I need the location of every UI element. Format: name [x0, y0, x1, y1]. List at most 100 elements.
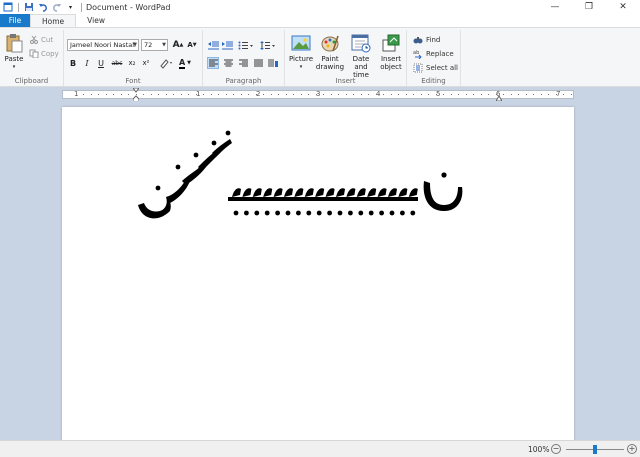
- redo-icon[interactable]: [51, 2, 62, 13]
- zoom-level: 100%: [528, 445, 550, 454]
- undo-icon[interactable]: [37, 2, 48, 13]
- line-spacing-button[interactable]: [259, 39, 277, 51]
- ribbon-tabs: File Home View: [0, 14, 640, 28]
- bold-button[interactable]: B: [67, 57, 79, 69]
- ruler-tick: [143, 94, 144, 95]
- paragraph-settings-button[interactable]: [267, 57, 279, 69]
- wordpad-app-icon[interactable]: [2, 2, 13, 13]
- ruler-tick: [338, 94, 339, 95]
- align-right-icon: [238, 59, 248, 67]
- replace-label: Replace: [426, 50, 454, 58]
- ruler-tick: [413, 94, 414, 95]
- font-size-select[interactable]: 72 ▼: [141, 39, 168, 51]
- underline-button[interactable]: U: [95, 57, 107, 69]
- status-bar: 100% − +: [0, 440, 640, 457]
- ruler-strip[interactable]: 1 1 2 3 4 5 6 7: [62, 88, 574, 102]
- title-bar: ▾ Document - WordPad — ❐ ✕: [0, 0, 640, 14]
- font-color-icon: A: [178, 57, 186, 69]
- justify-button[interactable]: [252, 57, 264, 69]
- bullets-button[interactable]: [237, 39, 255, 51]
- ruler-tick: [458, 94, 459, 95]
- ruler-tick: [90, 94, 92, 95]
- strikethrough-button[interactable]: abc: [110, 57, 124, 69]
- tab-view[interactable]: View: [76, 14, 116, 27]
- ruler-tick: [518, 94, 519, 95]
- window-controls: — ❐ ✕: [538, 0, 640, 14]
- customize-qat-icon[interactable]: ▾: [65, 2, 76, 13]
- tab-home[interactable]: Home: [30, 14, 77, 27]
- paint-drawing-button[interactable]: Paint drawing: [316, 33, 344, 71]
- copy-button[interactable]: Copy: [29, 49, 59, 58]
- maximize-button[interactable]: ❐: [572, 0, 606, 14]
- find-button[interactable]: Find: [413, 35, 440, 45]
- object-label-2: object: [380, 63, 402, 71]
- ruler-tick: [285, 94, 287, 95]
- insert-group-label: Insert: [335, 77, 356, 85]
- save-icon[interactable]: [23, 2, 34, 13]
- ruler-tick: [428, 94, 429, 95]
- ruler-tick: [218, 94, 219, 95]
- align-right-button[interactable]: [237, 57, 249, 69]
- calendar-clock-icon: [351, 34, 371, 53]
- align-center-button[interactable]: [222, 57, 234, 69]
- ruler-tick: [398, 94, 399, 95]
- font-group-label: Font: [125, 77, 141, 85]
- date-time-button[interactable]: Date and time: [345, 33, 377, 79]
- ruler-tick: [548, 94, 549, 95]
- list-bullets-icon: [238, 41, 253, 49]
- insert-object-button[interactable]: Insert object: [378, 33, 404, 71]
- chevron-down-icon: ▼: [133, 42, 137, 48]
- font-family-select[interactable]: Jameel Noori Nastali ▼: [67, 39, 139, 51]
- ruler-tick: [278, 94, 279, 95]
- chevron-down-icon: ▼: [162, 42, 166, 48]
- ruler-tick: [113, 94, 114, 95]
- ruler-tick: [308, 94, 309, 95]
- ruler-tick: [533, 94, 534, 95]
- document-text[interactable]: [128, 125, 488, 235]
- align-left-icon: [208, 59, 218, 67]
- ruler-mark: 1: [196, 90, 201, 98]
- separator: [18, 2, 19, 12]
- ruler-tick: [98, 94, 99, 95]
- ruler-tick: [383, 94, 384, 95]
- italic-button[interactable]: I: [81, 57, 93, 69]
- ruler-tick: [465, 94, 467, 95]
- chevron-down-icon: ▼: [187, 60, 192, 66]
- ruler-tick: [105, 94, 107, 95]
- increase-indent-icon: [221, 41, 233, 49]
- zoom-out-button[interactable]: −: [551, 444, 561, 454]
- shrink-font-button[interactable]: A ▼: [186, 39, 198, 51]
- replace-button[interactable]: ab Replace: [413, 49, 454, 59]
- ruler-tick: [120, 94, 122, 95]
- zoom-in-button[interactable]: +: [627, 444, 637, 454]
- superscript-button[interactable]: x²: [140, 57, 152, 69]
- zoom-slider-thumb[interactable]: [593, 445, 597, 454]
- ruler-tick: [83, 94, 84, 95]
- decrease-indent-button[interactable]: [207, 39, 219, 51]
- highlight-color-button[interactable]: [158, 57, 174, 69]
- close-button[interactable]: ✕: [606, 0, 640, 14]
- ruler-mark: 4: [376, 90, 381, 98]
- subscript-button[interactable]: x₂: [126, 57, 138, 69]
- cut-button[interactable]: Cut: [29, 35, 53, 44]
- select-all-button[interactable]: Select all: [413, 63, 458, 73]
- cut-icon: [30, 35, 38, 44]
- justify-icon: [253, 59, 263, 67]
- font-color-button[interactable]: A ▼: [176, 57, 194, 69]
- minimize-button[interactable]: —: [538, 0, 572, 14]
- select-all-icon: [413, 63, 423, 73]
- ruler-tick: [255, 94, 257, 95]
- ruler-tick: [435, 94, 437, 95]
- align-left-button[interactable]: [207, 57, 219, 69]
- picture-button[interactable]: Picture ▾: [288, 33, 314, 71]
- document-page[interactable]: [62, 107, 574, 440]
- left-indent-marker-icon[interactable]: [133, 88, 139, 102]
- ruler-tick: [173, 94, 174, 95]
- increase-indent-button[interactable]: [221, 39, 233, 51]
- grow-font-button[interactable]: A ▲: [172, 39, 184, 51]
- tab-file[interactable]: File: [0, 14, 30, 27]
- paste-button[interactable]: Paste ▾: [3, 33, 25, 71]
- ruler-tick: [315, 94, 317, 95]
- ruler-tick: [488, 94, 489, 95]
- quick-access-toolbar: ▾ Document - WordPad: [0, 0, 170, 14]
